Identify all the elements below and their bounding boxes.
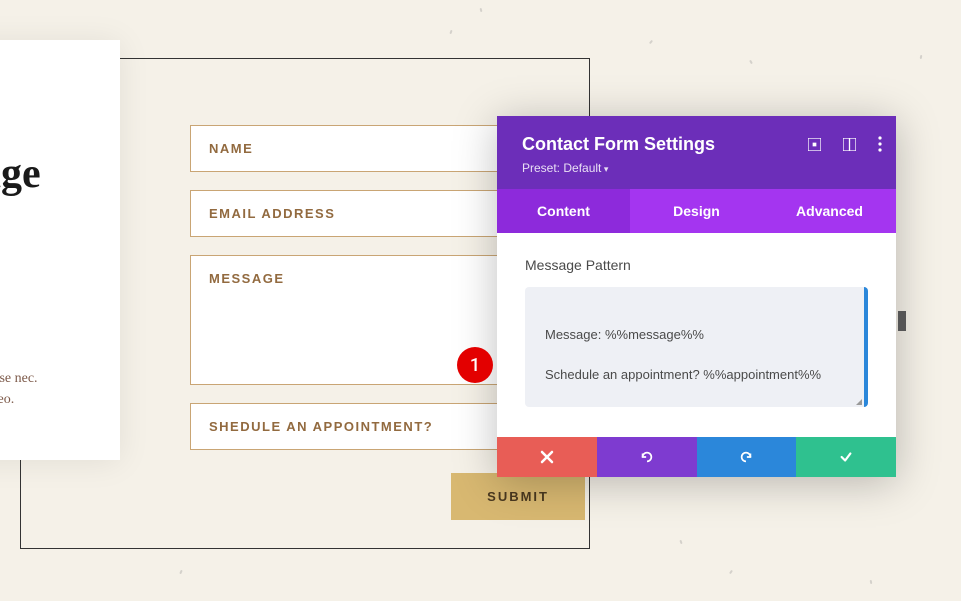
pattern-line-1: Message: %%message%% (545, 325, 844, 345)
save-button[interactable] (796, 437, 896, 477)
tab-advanced[interactable]: Advanced (763, 189, 896, 233)
redo-icon (739, 450, 753, 464)
close-button[interactable] (497, 437, 597, 477)
page-heading: age (0, 150, 100, 198)
message-pattern-label: Message Pattern (525, 257, 868, 273)
preset-dropdown[interactable]: Preset: Default (522, 161, 876, 175)
close-icon (540, 450, 554, 464)
panel-body: Message Pattern Message: %%message%% Sch… (497, 233, 896, 437)
columns-icon[interactable] (843, 138, 856, 151)
undo-icon (640, 450, 654, 464)
check-icon (839, 450, 853, 464)
message-pattern-textarea[interactable]: Message: %%message%% Schedule an appoint… (525, 287, 868, 407)
expand-icon[interactable] (808, 138, 821, 151)
more-icon[interactable] (878, 136, 882, 152)
tab-design[interactable]: Design (630, 189, 763, 233)
panel-footer (497, 437, 896, 477)
submit-button[interactable]: SUBMIT (451, 473, 585, 520)
undo-button[interactable] (597, 437, 697, 477)
redo-button[interactable] (697, 437, 797, 477)
pattern-line-2: Schedule an appointment? %%appointment%% (545, 365, 844, 385)
heading-card: age itasse nec. ic leo. (0, 40, 120, 460)
panel-tabs: Content Design Advanced (497, 189, 896, 233)
page-description: itasse nec. ic leo. (0, 368, 100, 410)
settings-panel: Contact Form Settings Preset: Default Co… (497, 116, 896, 477)
panel-header[interactable]: Contact Form Settings Preset: Default (497, 116, 896, 189)
annotation-badge-1: 1 (457, 347, 493, 383)
side-tab-icon[interactable] (898, 311, 906, 331)
tab-content[interactable]: Content (497, 189, 630, 233)
